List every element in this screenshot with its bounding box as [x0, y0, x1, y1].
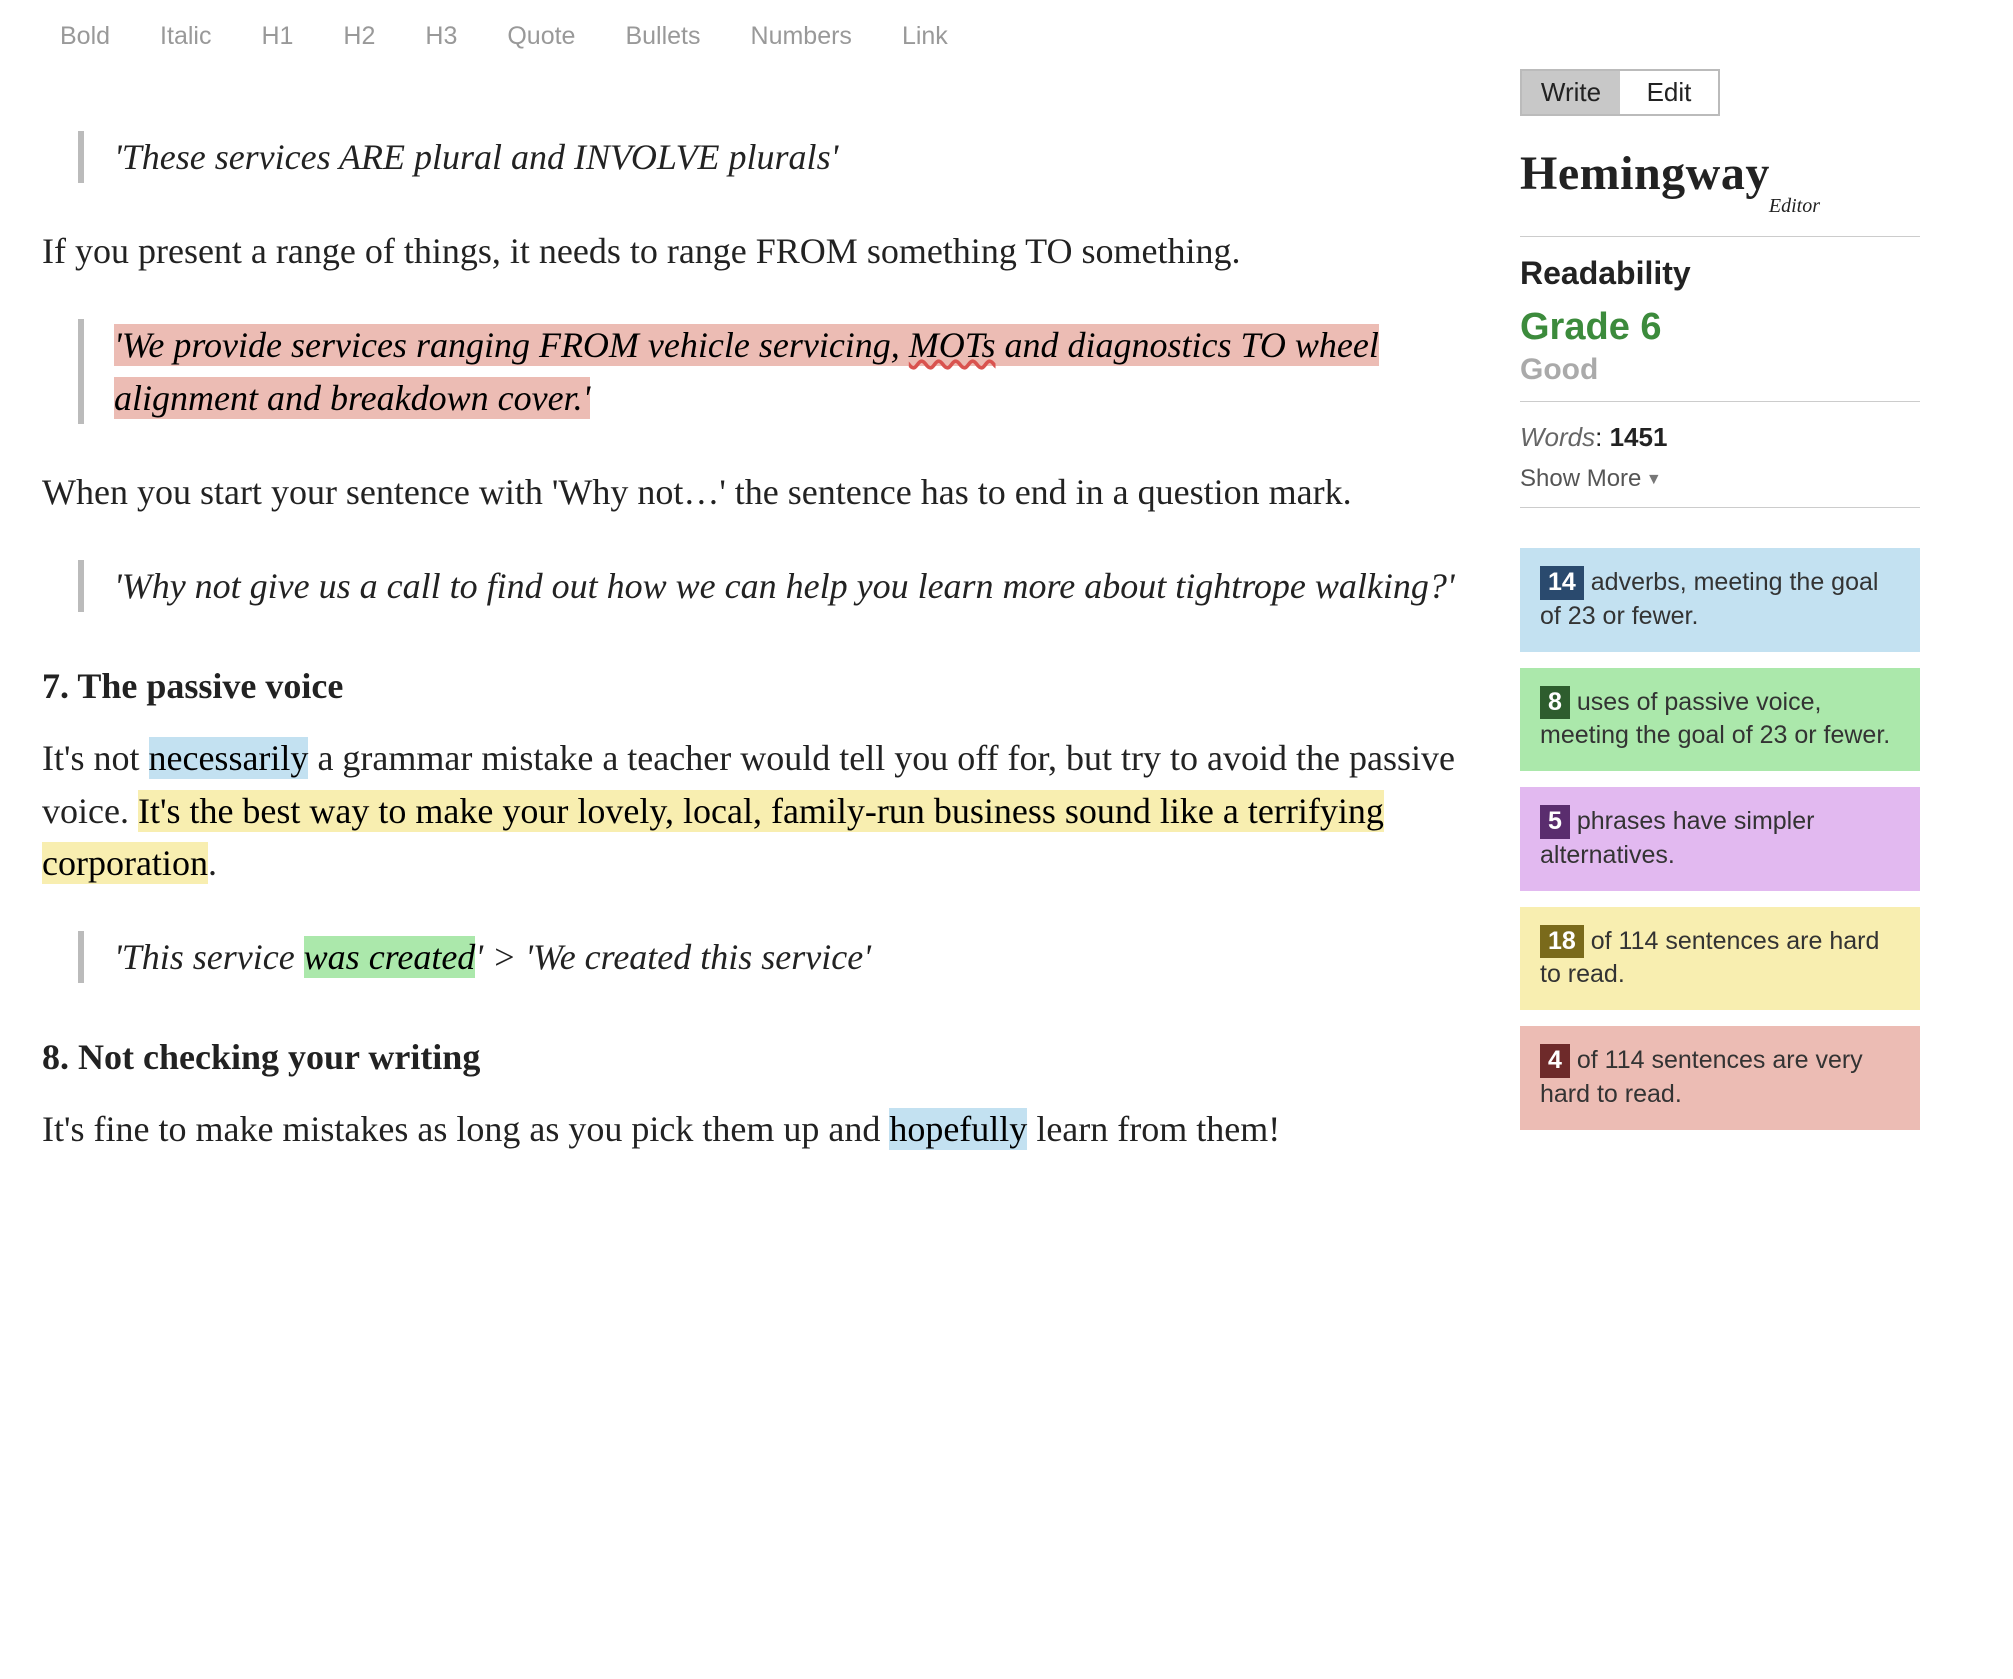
text: 'This service [114, 937, 304, 977]
app-logo-text: Hemingway [1520, 146, 1920, 201]
italic-button[interactable]: Italic [160, 22, 211, 51]
formatting-toolbar: Bold Italic H1 H2 H3 Quote Bullets Numbe… [0, 0, 2013, 69]
paragraph[interactable]: It's fine to make mistakes as long as yo… [42, 1103, 1460, 1155]
stat-very-hard[interactable]: 4 of 114 sentences are very hard to read… [1520, 1026, 1920, 1130]
h1-button[interactable]: H1 [261, 22, 293, 51]
quote-button[interactable]: Quote [507, 22, 575, 51]
stats-list: 14 adverbs, meeting the goal of 23 or fe… [1520, 548, 1920, 1130]
stat-simpler[interactable]: 5 phrases have simpler alternatives. [1520, 787, 1920, 891]
stat-hard[interactable]: 18 of 114 sentences are hard to read. [1520, 907, 1920, 1011]
readability-rating: Good [1520, 353, 1920, 387]
stat-count-badge: 8 [1540, 686, 1570, 720]
stat-text: of 114 sentences are very hard to read. [1540, 1046, 1863, 1108]
h2-button[interactable]: H2 [343, 22, 375, 51]
link-button[interactable]: Link [902, 22, 948, 51]
quote-block[interactable]: 'This service was created' > 'We created… [78, 931, 1460, 983]
text: 'We provide services ranging FROM vehicl… [114, 325, 909, 365]
text: It's fine to make mistakes as long as yo… [42, 1109, 889, 1149]
stat-adverbs[interactable]: 14 adverbs, meeting the goal of 23 or fe… [1520, 548, 1920, 652]
paragraph[interactable]: When you start your sentence with 'Why n… [42, 466, 1460, 518]
tab-edit[interactable]: Edit [1620, 71, 1718, 114]
stat-count-badge: 14 [1540, 566, 1584, 600]
numbers-button[interactable]: Numbers [751, 22, 852, 51]
h3-button[interactable]: H3 [425, 22, 457, 51]
text: It's not [42, 738, 149, 778]
hard-sentence-highlight[interactable]: It's the best way to make your lovely, l… [42, 790, 1384, 884]
bold-button[interactable]: Bold [60, 22, 110, 51]
sidebar: Write Edit Hemingway Editor Readability … [1520, 69, 1920, 1213]
paragraph[interactable]: It's not necessarily a grammar mistake a… [42, 732, 1460, 889]
quote-block[interactable]: 'Why not give us a call to find out how … [78, 560, 1460, 612]
stat-count-badge: 5 [1540, 805, 1570, 839]
word-count-label: Words [1520, 422, 1595, 452]
stat-text: phrases have simpler alternatives. [1540, 807, 1814, 869]
adverb-highlight[interactable]: hopefully [889, 1108, 1027, 1150]
quote-block[interactable]: 'We provide services ranging FROM vehicl… [78, 319, 1460, 423]
spelling-error[interactable]: MOTs [909, 325, 996, 365]
paragraph[interactable]: If you present a range of things, it nee… [42, 225, 1460, 277]
text: learn from them! [1027, 1109, 1280, 1149]
stat-text: adverbs, meeting the goal of 23 or fewer… [1540, 568, 1878, 630]
very-hard-sentence-highlight[interactable]: 'We provide services ranging FROM vehicl… [114, 324, 1379, 418]
stat-passive[interactable]: 8 uses of passive voice, meeting the goa… [1520, 668, 1920, 772]
text: . [208, 843, 217, 883]
divider [1520, 507, 1920, 508]
stat-text: uses of passive voice, meeting the goal … [1540, 688, 1890, 750]
bullets-button[interactable]: Bullets [625, 22, 700, 51]
mode-tabs: Write Edit [1520, 69, 1720, 116]
stat-count-badge: 18 [1540, 925, 1584, 959]
adverb-highlight[interactable]: necessarily [149, 737, 309, 779]
text: ' > 'We created this service' [475, 937, 871, 977]
editor-area[interactable]: 'These services ARE plural and INVOLVE p… [0, 69, 1520, 1213]
section-heading[interactable]: 7. The passive voice [42, 660, 1460, 712]
section-heading[interactable]: 8. Not checking your writing [42, 1031, 1460, 1083]
quote-block[interactable]: 'These services ARE plural and INVOLVE p… [78, 131, 1460, 183]
show-more-toggle[interactable]: Show More [1520, 465, 1920, 493]
readability-heading: Readability [1520, 255, 1920, 292]
word-count-value: 1451 [1610, 422, 1668, 452]
divider [1520, 236, 1920, 237]
word-count: Words: 1451 [1520, 422, 1920, 453]
readability-grade: Grade 6 [1520, 306, 1920, 349]
stat-count-badge: 4 [1540, 1044, 1570, 1078]
stat-text: of 114 sentences are hard to read. [1540, 927, 1879, 989]
passive-voice-highlight[interactable]: was created [304, 936, 476, 978]
divider [1520, 401, 1920, 402]
tab-write[interactable]: Write [1522, 71, 1620, 114]
